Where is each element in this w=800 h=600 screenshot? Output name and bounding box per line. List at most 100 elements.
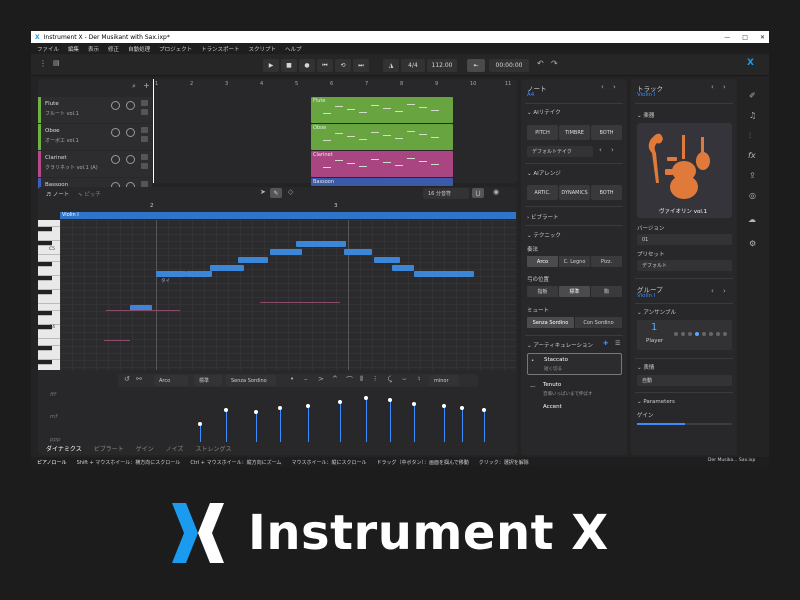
piano-key[interactable]: [38, 332, 60, 339]
note-block[interactable]: [344, 249, 372, 255]
dynamics-bar[interactable]: [390, 400, 391, 442]
ai-arrange-label[interactable]: ⌄ AIアレンジ: [527, 169, 561, 177]
mute-senza[interactable]: Senza Sordino: [527, 317, 574, 328]
params-label[interactable]: ⌄ Parameters: [637, 399, 675, 405]
artic-staccato[interactable]: • Staccato 短く切る: [527, 353, 622, 375]
dynamics-point[interactable]: [412, 402, 416, 406]
menu-item-7[interactable]: スクリプト: [248, 45, 276, 53]
dynamics-point[interactable]: [306, 404, 310, 408]
solo-toggle[interactable]: [141, 109, 148, 115]
menu-item-5[interactable]: プロジェクト: [159, 45, 192, 53]
arrange-dynamics-tile[interactable]: DYNAMICS: [559, 185, 590, 200]
document-icon[interactable]: ▤: [53, 59, 60, 67]
redo-icon[interactable]: ↷: [551, 59, 558, 68]
music-note-icon[interactable]: ♫: [749, 111, 756, 120]
instrument-label[interactable]: ⌄ 楽器: [637, 111, 654, 119]
note-block[interactable]: [392, 265, 414, 271]
dynamics-point[interactable]: [198, 422, 202, 426]
preset-select[interactable]: デフォルト: [637, 260, 732, 271]
piano-key[interactable]: [38, 360, 52, 365]
note-block[interactable]: [320, 241, 346, 247]
piano-key[interactable]: [38, 290, 52, 295]
piano-key[interactable]: [38, 241, 52, 246]
quantize-select[interactable]: 16 分音符: [423, 188, 469, 199]
trill-icon[interactable]: ⦀: [360, 375, 363, 384]
note-grid[interactable]: タイ: [60, 220, 516, 370]
minimize-button[interactable]: —: [724, 34, 730, 41]
export-icon[interactable]: ⇪: [749, 171, 756, 180]
dynamics-point[interactable]: [460, 406, 464, 410]
bow-select[interactable]: Arco: [154, 375, 188, 386]
vibrato-label[interactable]: › ビブラート: [527, 213, 558, 221]
dynamics-bar[interactable]: [444, 406, 445, 442]
dash-icon[interactable]: –: [304, 375, 308, 383]
dynamics-point[interactable]: [482, 408, 486, 412]
track-row[interactable]: Oboe オーボエ vol.1: [38, 124, 152, 150]
take-select[interactable]: デフォルトテイク: [527, 146, 593, 157]
pan-knob-icon[interactable]: [126, 128, 135, 137]
loop-button[interactable]: ⟲: [335, 59, 351, 72]
mute-toggle[interactable]: [141, 100, 148, 106]
lane-tab-3[interactable]: ノイズ: [166, 444, 184, 454]
dynamics-bar[interactable]: [280, 408, 281, 442]
mordent-icon[interactable]: ⁝: [374, 375, 376, 383]
undo-icon[interactable]: ↶: [537, 59, 544, 68]
bow-col-legno[interactable]: C. Legno: [559, 256, 590, 267]
fx-icon[interactable]: fx: [748, 151, 756, 160]
dynamics-bar[interactable]: [340, 402, 341, 442]
mute-con[interactable]: Con Sordino: [575, 317, 622, 328]
gain-slider[interactable]: [637, 423, 732, 425]
next-icon[interactable]: ›: [613, 83, 616, 91]
player-dot[interactable]: [709, 332, 713, 336]
piano-key[interactable]: [38, 234, 60, 241]
piano-keys[interactable]: C5 C4: [38, 220, 60, 370]
fermata-icon[interactable]: ⌒: [346, 375, 353, 385]
solo-toggle[interactable]: [141, 136, 148, 142]
dynamics-point[interactable]: [224, 408, 228, 412]
mute-segment[interactable]: Senza Sordino Con Sordino: [527, 317, 622, 328]
rewind-button[interactable]: ⏮: [317, 59, 333, 72]
piano-key[interactable]: [38, 311, 52, 316]
accent-icon[interactable]: >: [318, 375, 324, 383]
dynamics-bar[interactable]: [308, 406, 309, 442]
arrange-clip[interactable]: Bassoon: [311, 178, 453, 186]
artic-tenuto[interactable]: — Tenuto 音価いっぱいまで伸ばす: [527, 379, 622, 401]
pos-normal[interactable]: 標準: [559, 286, 590, 297]
stop-button[interactable]: ■: [281, 59, 297, 72]
group-next-icon[interactable]: ›: [723, 287, 726, 295]
forward-button[interactable]: ⏭: [353, 59, 369, 72]
volume-knob-icon[interactable]: [111, 101, 120, 110]
mute-select[interactable]: Senza Sordino: [226, 375, 276, 386]
arrange-clip[interactable]: Clarinet: [311, 151, 453, 177]
dot-icon[interactable]: •: [290, 375, 294, 383]
add-track-icon[interactable]: +: [143, 81, 150, 90]
dynamics-lane[interactable]: [60, 390, 516, 442]
bow-arco[interactable]: Arco: [527, 256, 558, 267]
lane-tab-0[interactable]: ダイナミクス: [46, 444, 82, 454]
menu-item-4[interactable]: 自動処理: [128, 45, 150, 53]
player-dot[interactable]: [702, 332, 706, 336]
dynamics-bar[interactable]: [200, 424, 201, 442]
technique-label[interactable]: ⌄ テクニック: [527, 231, 561, 239]
note-block[interactable]: [374, 257, 400, 263]
arrange-clip[interactable]: Oboe: [311, 124, 453, 150]
note-block[interactable]: [414, 271, 474, 277]
piano-key[interactable]: [38, 353, 60, 360]
pan-knob-icon[interactable]: [126, 101, 135, 110]
follow-button[interactable]: ⇤: [467, 59, 485, 72]
track-row[interactable]: Flute フルート vol.1: [38, 97, 152, 123]
close-button[interactable]: ✕: [760, 34, 765, 41]
mute-toggle[interactable]: [141, 154, 148, 160]
visibility-icon[interactable]: ◉: [493, 188, 499, 196]
artic-label[interactable]: ⌄ アーティキュレーション: [527, 341, 593, 349]
zoom-icon[interactable]: ⌕: [132, 82, 136, 91]
dynamics-bar[interactable]: [366, 398, 367, 442]
player-dots[interactable]: [674, 332, 730, 338]
reset-icon[interactable]: ↺: [124, 375, 130, 383]
marcato-icon[interactable]: ^: [332, 375, 338, 383]
player-dot[interactable]: [688, 332, 692, 336]
expression-select[interactable]: 自動: [637, 375, 732, 386]
dynamics-bar[interactable]: [414, 404, 415, 442]
note-block[interactable]: [156, 271, 186, 277]
menu-item-2[interactable]: 表示: [88, 45, 99, 53]
